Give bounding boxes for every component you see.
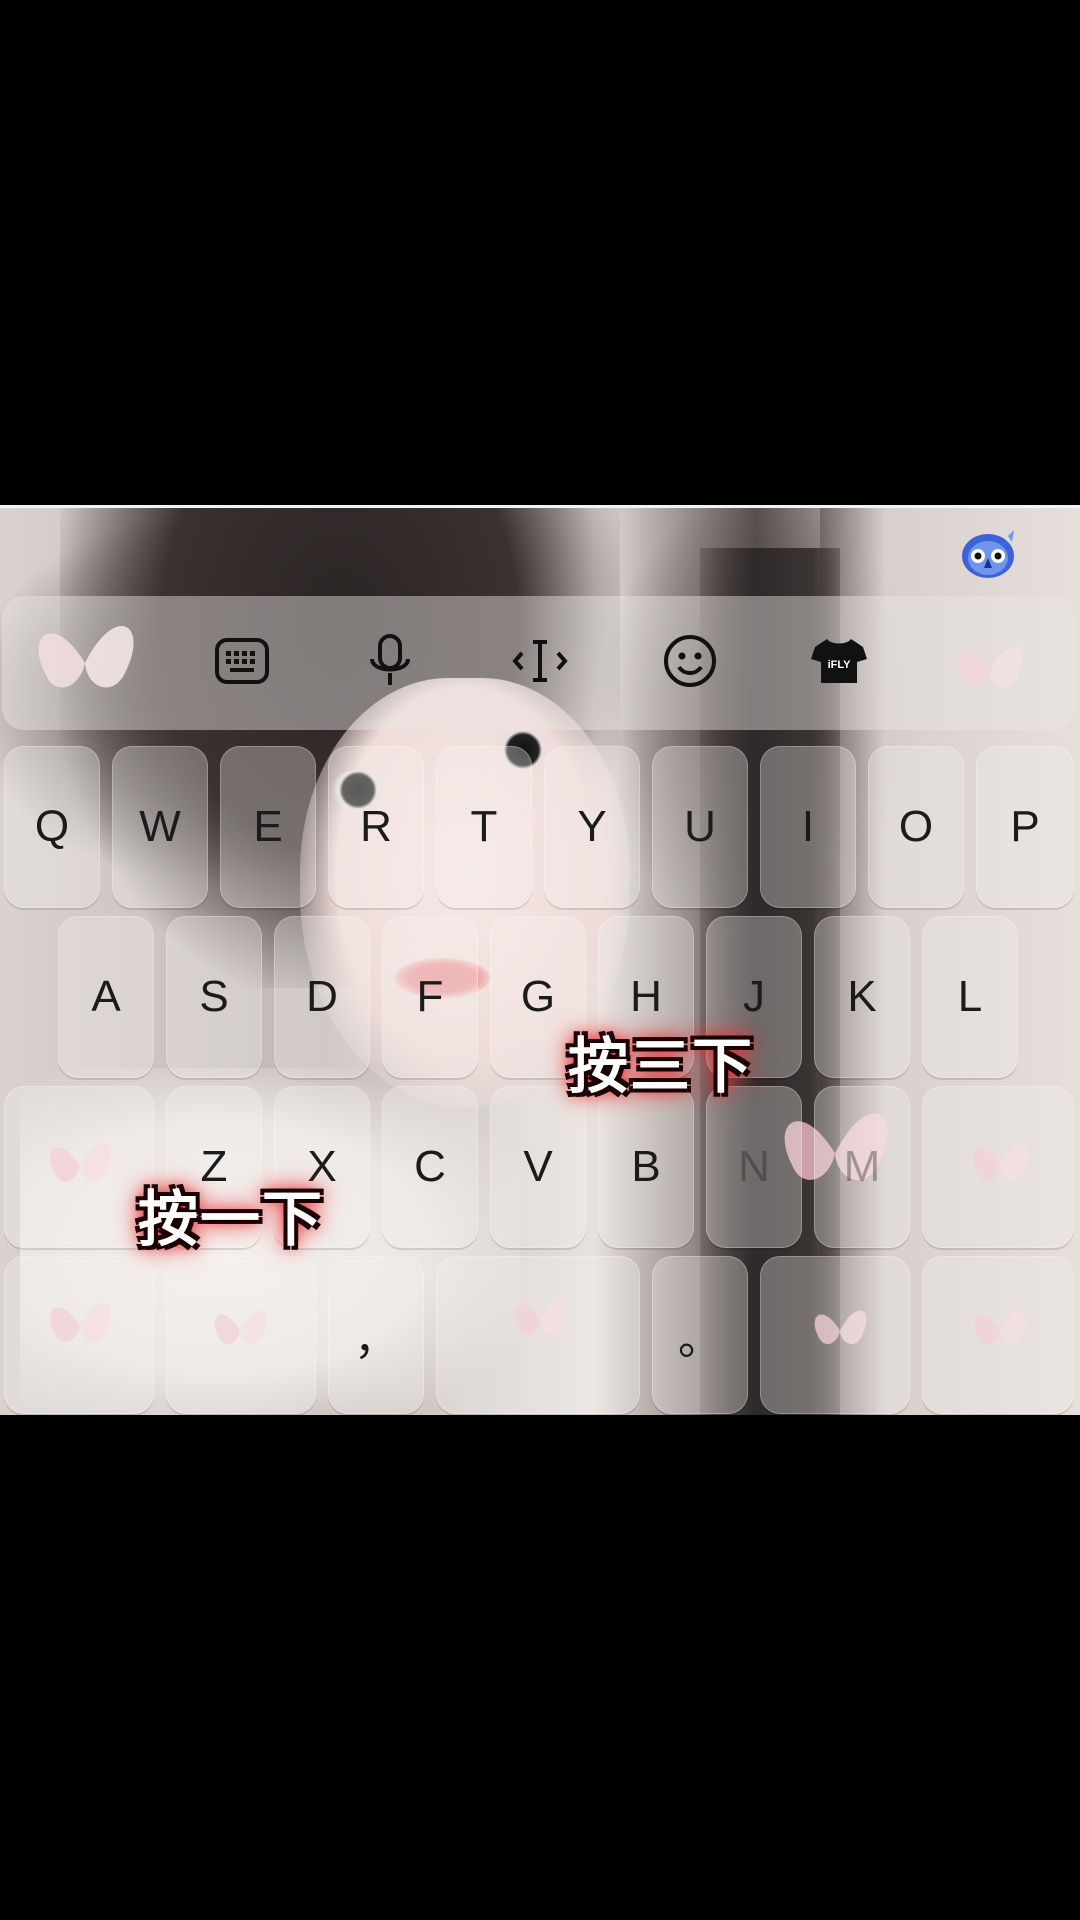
cursor-icon: [512, 640, 568, 682]
key-n[interactable]: N: [706, 1086, 802, 1248]
symbol-key[interactable]: [4, 1256, 154, 1414]
key-m[interactable]: M: [814, 1086, 910, 1248]
emoji-icon: [664, 635, 716, 687]
key-c[interactable]: C: [382, 1086, 478, 1248]
key-f[interactable]: F: [382, 916, 478, 1078]
key-i[interactable]: I: [760, 746, 856, 908]
enter-key[interactable]: [922, 1256, 1074, 1414]
key-w[interactable]: W: [112, 746, 208, 908]
top-black-area: [0, 0, 1080, 505]
shift-key[interactable]: [4, 1086, 154, 1248]
number-key[interactable]: [166, 1256, 316, 1414]
key-t[interactable]: T: [436, 746, 532, 908]
comma-key[interactable]: ，: [328, 1256, 424, 1414]
brand-bird-icon[interactable]: [960, 528, 1016, 580]
keyboard-toolbar: iFLY: [2, 596, 1076, 730]
skin-button[interactable]: iFLY: [799, 616, 879, 706]
overlay-caption-three: 按三下: [568, 1032, 754, 1102]
key-d[interactable]: D: [274, 916, 370, 1078]
space-key[interactable]: [436, 1256, 640, 1414]
key-v[interactable]: V: [490, 1086, 586, 1248]
skin-shirt-icon: iFLY: [811, 639, 867, 683]
key-l[interactable]: L: [922, 916, 1018, 1078]
key-e[interactable]: E: [220, 746, 316, 908]
key-o[interactable]: O: [868, 746, 964, 908]
keyboard-switch-button[interactable]: [202, 616, 282, 706]
keyboard-icon: [215, 638, 269, 684]
key-b[interactable]: B: [598, 1086, 694, 1248]
key-k[interactable]: K: [814, 916, 910, 1078]
key-p[interactable]: P: [976, 746, 1074, 908]
svg-text:iFLY: iFLY: [828, 659, 851, 671]
microphone-icon: [370, 634, 410, 685]
period-key[interactable]: 。: [652, 1256, 748, 1414]
key-u[interactable]: U: [652, 746, 748, 908]
cursor-move-button[interactable]: [500, 616, 580, 706]
voice-input-button[interactable]: [350, 616, 430, 706]
key-r[interactable]: R: [328, 746, 424, 908]
bottom-black-area: [0, 1415, 1080, 1920]
key-q[interactable]: Q: [4, 746, 100, 908]
key-a[interactable]: A: [58, 916, 154, 1078]
language-switch-key[interactable]: [760, 1256, 910, 1414]
key-s[interactable]: S: [166, 916, 262, 1078]
emoji-button[interactable]: [650, 616, 730, 706]
key-y[interactable]: Y: [544, 746, 640, 908]
keyboard: iFLY Q W E R T Y U I O P A S D F G H J K…: [0, 508, 1080, 1415]
overlay-caption-one: 按一下: [138, 1185, 324, 1255]
delete-key[interactable]: [922, 1086, 1074, 1248]
